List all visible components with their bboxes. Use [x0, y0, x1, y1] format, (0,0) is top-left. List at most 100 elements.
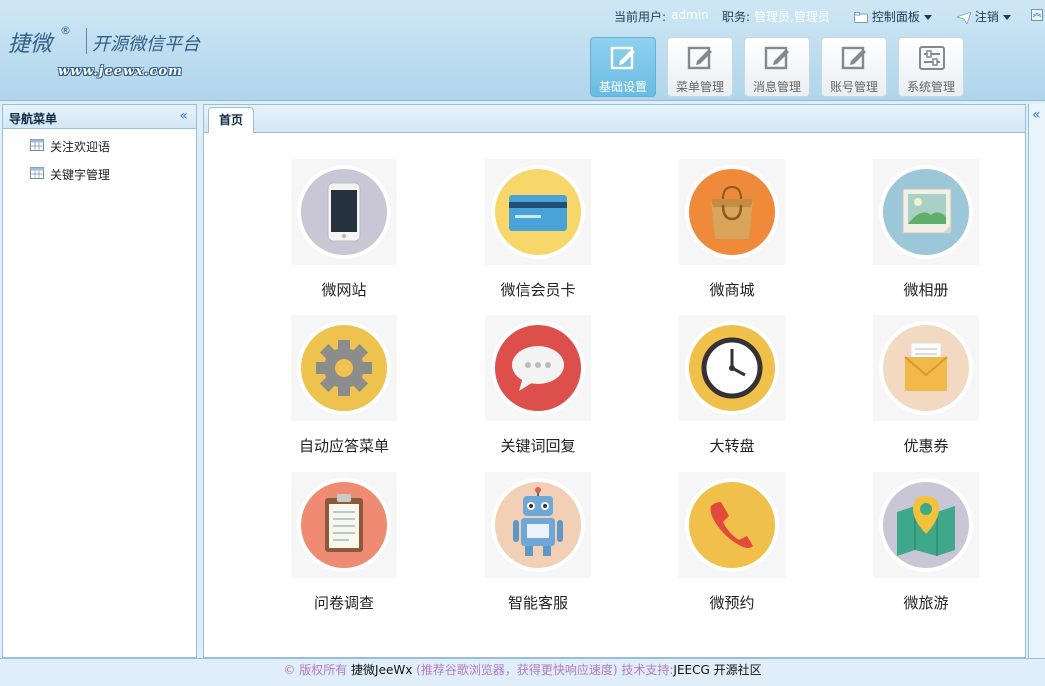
- app-circle: [685, 321, 779, 415]
- app-label: 智能客服: [507, 594, 568, 612]
- table-icon: [30, 139, 44, 151]
- logo-subtitle: 开源微信平台: [92, 34, 200, 55]
- nav-label: 菜单管理: [675, 80, 724, 94]
- chevron-down-icon: [1002, 15, 1011, 20]
- footer-support-label: 技术支持:: [621, 663, 674, 677]
- app-tile: [679, 159, 785, 265]
- phone-icon: [327, 182, 361, 242]
- photo-album-icon: [902, 188, 952, 234]
- collapse-header-button[interactable]: ︽: [1031, 9, 1043, 21]
- header: 捷微 ® 开源微信平台 www.jeewx.com 当前用户: admin 职务…: [0, 0, 1045, 101]
- app-circle: [685, 165, 779, 259]
- app-circle: [297, 165, 391, 259]
- chevron-down-icon: [923, 15, 932, 20]
- edit-icon: [764, 46, 789, 70]
- tab-home[interactable]: 首页: [208, 107, 254, 133]
- nav-label: 系统管理: [906, 80, 955, 94]
- logo-separator: [86, 28, 87, 54]
- control-panel-label: 控制面板: [871, 10, 920, 24]
- collapse-left-icon[interactable]: «: [179, 108, 188, 124]
- footer-copyright: © 版权所有: [283, 663, 348, 677]
- app-circle: [491, 478, 585, 572]
- app-label: 微信会员卡: [500, 281, 576, 299]
- nav-label: 基础设置: [598, 80, 647, 94]
- footer-browser-tip: (推荐谷歌浏览器，获得更快响应速度): [416, 663, 618, 677]
- gear-icon: [316, 340, 372, 396]
- app-tile: [485, 159, 591, 265]
- app-tile: [485, 315, 591, 421]
- logo-url: www.jeewx.com: [58, 64, 183, 79]
- app-label: 微商城: [709, 281, 755, 299]
- app-label: 微相册: [903, 281, 949, 299]
- app-circle: [491, 321, 585, 415]
- app-micro-mall[interactable]: 微商城: [642, 159, 792, 309]
- role-label: 职务:: [722, 10, 751, 24]
- app-tile: [679, 315, 785, 421]
- app-label: 问卷调查: [313, 594, 374, 612]
- navigation-panel-header: 导航菜单 «: [3, 105, 196, 129]
- robot-icon: [513, 487, 563, 556]
- app-tile: [873, 472, 979, 578]
- app-auto-reply-menu[interactable]: 自动应答菜单: [254, 315, 404, 465]
- nav-label: 账号管理: [829, 80, 878, 94]
- app-label: 微旅游: [903, 594, 949, 612]
- main-content: 首页 微网站 微信会员卡 微商城 微相册 自动应答菜单 关键词回复 大转盘 优惠…: [203, 104, 1026, 658]
- app-circle: [491, 165, 585, 259]
- shopping-bag-icon: [711, 185, 753, 239]
- edit-icon: [841, 46, 866, 70]
- role-value: 管理员,管理员: [754, 10, 830, 24]
- nav-label: 消息管理: [752, 80, 801, 94]
- app-micro-website[interactable]: 微网站: [254, 159, 404, 309]
- nav-basic-settings-button[interactable]: 基础设置: [590, 37, 656, 97]
- control-panel-button[interactable]: 控制面板: [854, 8, 932, 25]
- app-tile: [873, 159, 979, 265]
- logout-button[interactable]: 注销: [957, 8, 1011, 25]
- clipboard-icon: [325, 494, 363, 552]
- app-coupon[interactable]: 优惠券: [836, 315, 986, 465]
- app-label: 关键词回复: [500, 437, 576, 455]
- app-label: 微预约: [709, 594, 755, 612]
- app-big-wheel[interactable]: 大转盘: [642, 315, 792, 465]
- app-label: 大转盘: [709, 437, 755, 455]
- nav-message-management-button[interactable]: 消息管理: [744, 37, 810, 97]
- app-tile: [679, 472, 785, 578]
- nav-system-management-button[interactable]: 系统管理: [898, 37, 964, 97]
- map-pin-icon: [897, 496, 955, 556]
- app-keyword-reply[interactable]: 关键词回复: [448, 315, 598, 465]
- logo-main: 捷微: [8, 32, 53, 57]
- app-member-card[interactable]: 微信会员卡: [448, 159, 598, 309]
- nav-account-management-button[interactable]: 账号管理: [821, 37, 887, 97]
- sidebar-item-label: 关注欢迎语: [50, 140, 111, 154]
- app-micro-travel[interactable]: 微旅游: [836, 472, 986, 622]
- footer-product: 捷微JeeWx: [351, 663, 413, 677]
- footer: © 版权所有 捷微JeeWx (推荐谷歌浏览器，获得更快响应速度) 技术支持:J…: [0, 658, 1045, 686]
- member-card-icon: [509, 195, 567, 231]
- tab-strip: 首页: [204, 105, 1025, 133]
- app-smart-service[interactable]: 智能客服: [448, 472, 598, 622]
- footer-support-value: JEECG 开源社区: [673, 663, 762, 677]
- app-micro-booking[interactable]: 微预约: [642, 472, 792, 622]
- send-icon: [957, 11, 971, 24]
- edit-icon: [687, 46, 712, 70]
- app-circle: [685, 478, 779, 572]
- sliders-icon: [919, 46, 945, 70]
- table-icon: [30, 167, 44, 179]
- right-collapsed-panel: «: [1028, 104, 1045, 658]
- app-tile: [485, 472, 591, 578]
- nav-menu-management-button[interactable]: 菜单管理: [667, 37, 733, 97]
- navigation-panel: 导航菜单 « 关注欢迎语 关键字管理: [2, 104, 197, 658]
- expand-right-icon[interactable]: «: [1032, 107, 1041, 123]
- app-label: 微网站: [321, 281, 367, 299]
- app-label: 自动应答菜单: [298, 437, 389, 455]
- coupon-envelope-icon: [904, 342, 948, 391]
- app-circle: [879, 478, 973, 572]
- app-survey[interactable]: 问卷调查: [254, 472, 404, 622]
- app-circle: [879, 321, 973, 415]
- app-tile: [291, 472, 397, 578]
- logo-registered-mark: ®: [60, 24, 71, 37]
- app-label: 优惠券: [903, 437, 949, 455]
- navigation-panel-title: 导航菜单: [9, 112, 58, 126]
- app-micro-album[interactable]: 微相册: [836, 159, 986, 309]
- logout-label: 注销: [974, 10, 999, 24]
- app-tile: [291, 315, 397, 421]
